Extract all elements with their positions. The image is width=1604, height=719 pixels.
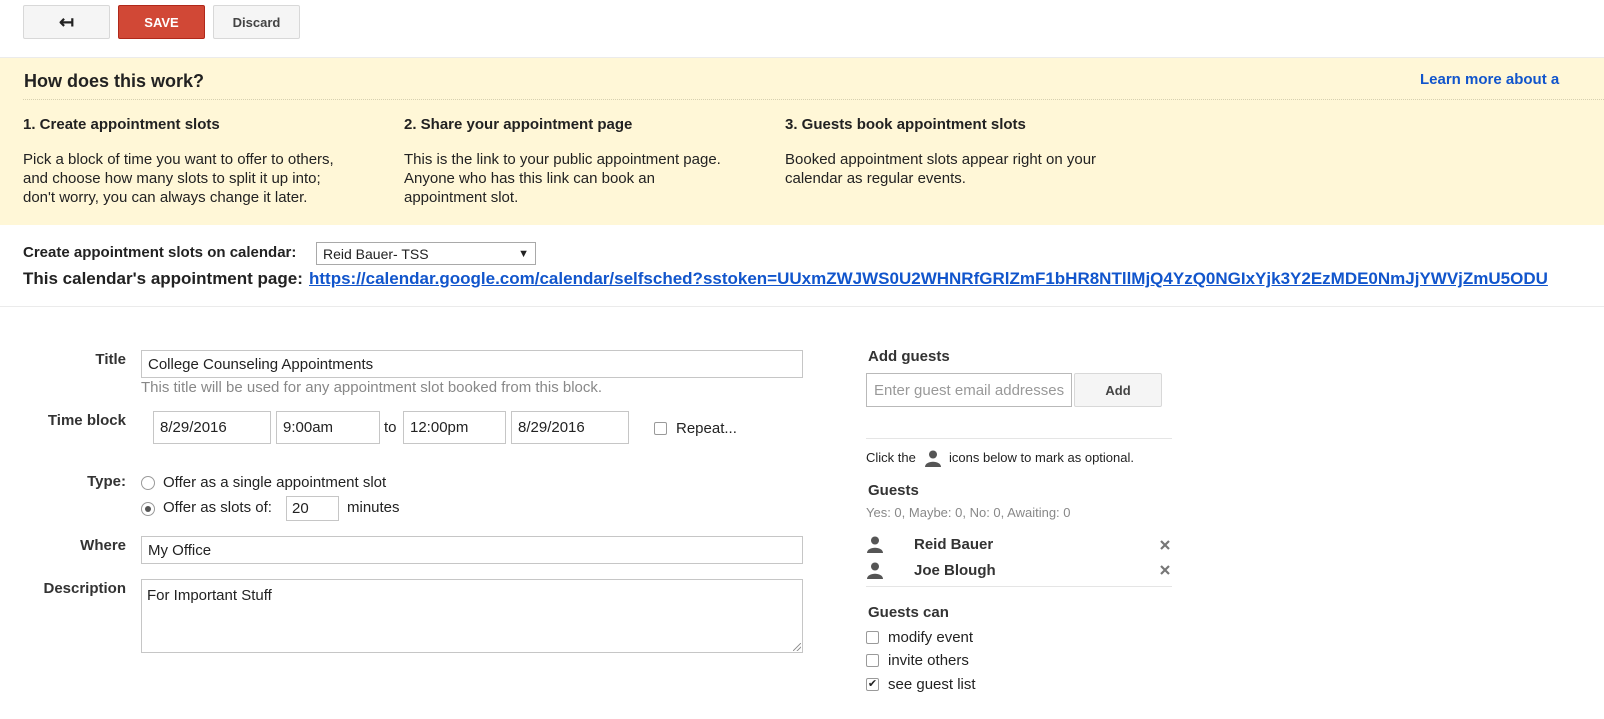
invite-others-label[interactable]: invite others	[888, 652, 969, 669]
repeat-label[interactable]: Repeat...	[676, 420, 737, 437]
guest-email-input[interactable]: Enter guest email addresses	[866, 373, 1072, 407]
resize-handle-icon[interactable]	[793, 643, 801, 651]
step-1-text: Pick a block of time you want to offer t…	[23, 151, 334, 206]
guests-heading: Guests	[868, 482, 919, 499]
appointment-page-label: This calendar's appointment page:	[23, 269, 303, 288]
save-button[interactable]: SAVE	[118, 5, 205, 39]
type-label: Type:	[87, 473, 126, 490]
where-label: Where	[80, 537, 126, 554]
section-divider	[0, 306, 1604, 307]
rsvp-summary: Yes: 0, Maybe: 0, No: 0, Awaiting: 0	[866, 505, 1071, 520]
see-guest-list-checkbox[interactable]: ✔	[866, 678, 879, 691]
single-slot-label[interactable]: Offer as a single appointment slot	[163, 474, 386, 491]
caret-down-icon: ▼	[518, 247, 529, 260]
start-date-input[interactable]: 8/29/2016	[153, 411, 271, 444]
invite-others-checkbox[interactable]	[866, 654, 879, 667]
learn-more-link[interactable]: Learn more about a	[1420, 71, 1559, 88]
step-1-heading: 1. Create appointment slots	[23, 116, 220, 133]
back-button[interactable]: ↤	[23, 5, 110, 39]
multi-slot-label[interactable]: Offer as slots of:	[163, 499, 272, 516]
title-hint: This title will be used for any appointm…	[141, 379, 603, 396]
description-text: For Important Stuff	[147, 587, 272, 604]
description-textarea[interactable]: For Important Stuff	[141, 579, 803, 653]
person-icon[interactable]	[866, 561, 884, 579]
guest-name: Reid Bauer	[914, 536, 994, 553]
end-date-input[interactable]: 8/29/2016	[511, 411, 629, 444]
where-input[interactable]: My Office	[141, 536, 803, 564]
optional-hint-suffix: icons below to mark as optional.	[949, 450, 1134, 465]
step-3-text: Booked appointment slots appear right on…	[785, 151, 1097, 187]
step-2-text: This is the link to your public appointm…	[404, 151, 721, 206]
discard-button[interactable]: Discard	[213, 5, 300, 39]
guests-can-heading: Guests can	[868, 604, 949, 621]
step-3-heading: 3. Guests book appointment slots	[785, 116, 1026, 133]
appointment-page-link[interactable]: https://calendar.google.com/calendar/sel…	[309, 269, 1548, 289]
calendar-select[interactable]: Reid Bauer- TSS ▼	[316, 242, 536, 265]
close-icon[interactable]	[1158, 538, 1172, 552]
banner-title: How does this work?	[24, 71, 205, 91]
see-guest-list-label[interactable]: see guest list	[888, 676, 976, 693]
title-input[interactable]: College Counseling Appointments	[141, 350, 803, 378]
time-block-label: Time block	[47, 412, 126, 429]
calendar-select-value: Reid Bauer- TSS	[323, 245, 429, 262]
close-icon[interactable]	[1158, 563, 1172, 577]
calendar-select-label: Create appointment slots on calendar:	[23, 244, 297, 261]
optional-hint-prefix: Click the	[866, 450, 916, 465]
modify-event-label[interactable]: modify event	[888, 629, 973, 646]
start-time-input[interactable]: 9:00am	[276, 411, 380, 444]
back-arrow-icon: ↤	[58, 12, 75, 32]
to-label: to	[384, 419, 397, 436]
minutes-label: minutes	[347, 499, 400, 516]
end-time-input[interactable]: 12:00pm	[403, 411, 506, 444]
modify-event-checkbox[interactable]	[866, 631, 879, 644]
add-guests-heading: Add guests	[868, 348, 950, 365]
single-slot-radio[interactable]	[141, 476, 155, 490]
title-label: Title	[95, 351, 126, 368]
repeat-checkbox[interactable]	[654, 422, 667, 435]
guests-list-divider	[866, 586, 1172, 587]
multi-slot-radio[interactable]	[141, 502, 155, 516]
slot-minutes-input[interactable]: 20	[286, 496, 339, 521]
add-guest-button[interactable]: Add	[1074, 373, 1162, 407]
guests-divider	[866, 438, 1172, 439]
person-icon[interactable]	[866, 535, 884, 553]
guest-name: Joe Blough	[914, 562, 996, 579]
description-label: Description	[43, 580, 126, 597]
person-icon	[925, 450, 941, 467]
banner-divider	[23, 99, 1604, 100]
step-2-heading: 2. Share your appointment page	[404, 116, 633, 133]
